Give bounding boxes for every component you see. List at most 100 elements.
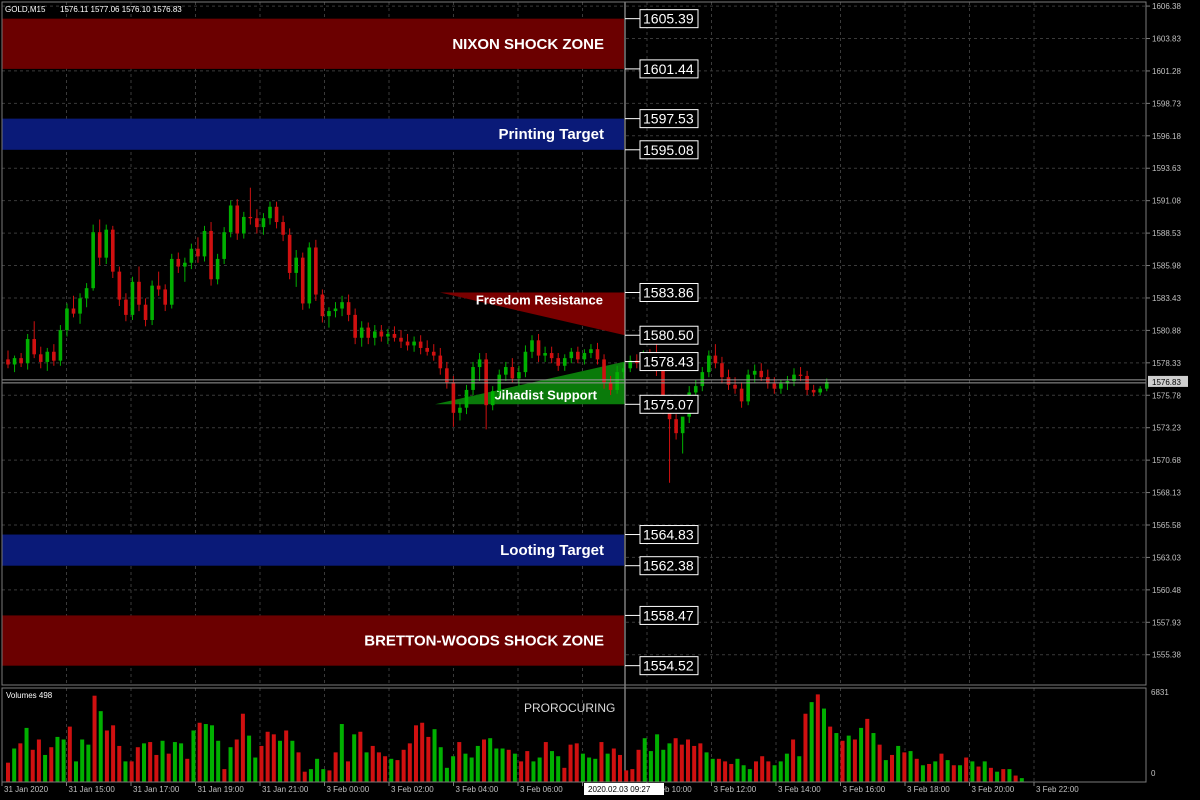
volume-bar-73 [457,742,462,782]
candle-body-27 [183,262,187,267]
candle-19[interactable] [130,276,135,320]
candle-body-117 [772,383,777,389]
time-axis-label-8: 3 Feb 06:00 [520,785,563,794]
volume-bar-7 [49,747,54,782]
candle-body-52 [346,302,351,315]
candle-body-14 [97,232,102,258]
volume-annotation: PROROCURING [524,701,615,715]
price-axis-label-20: 1555.38 [1152,651,1181,660]
volume-bar-86 [537,757,542,782]
volume-bar-65 [407,743,412,782]
volume-bar-124 [772,765,777,782]
candle-45[interactable] [300,252,305,310]
volume-bar-66 [414,725,418,782]
volume-bar-31 [197,722,202,782]
volume-bar-129 [803,713,808,782]
candle-13[interactable] [91,224,95,291]
volume-bar-110 [686,739,690,782]
volume-bar-60 [376,752,381,782]
volume-bar-77 [482,739,486,782]
candle-body-39 [261,218,266,228]
volume-bar-93 [580,753,585,782]
candle-47[interactable] [314,239,318,301]
volume-bar-115 [716,758,721,782]
candle-46[interactable] [307,242,312,309]
volume-bar-152 [945,760,950,782]
candle-body-15 [104,229,109,258]
time-axis-label-11: 3 Feb 12:00 [714,785,757,794]
candle-body-124 [818,388,822,393]
candle-body-74 [490,391,495,406]
candle-113[interactable] [746,369,750,406]
candle-body-28 [189,248,194,263]
volume-bar-26 [166,753,171,782]
volume-bar-33 [210,725,214,782]
candle-8[interactable] [58,325,63,366]
volume-bar-97 [605,753,610,782]
crosshair-time-label: 2020.02.03 09:27 [588,785,651,794]
price-axis-label-5: 1593.63 [1152,164,1181,173]
time-axis-label-15: 3 Feb 20:00 [972,785,1015,794]
candle-body-123 [811,389,816,393]
volume-bar-62 [389,758,394,782]
candle-30[interactable] [202,225,207,262]
volume-bar-5 [36,739,41,782]
candle-body-23 [156,285,161,290]
candle-31[interactable] [209,222,213,286]
price-axis-label-15: 1568.13 [1152,489,1181,498]
price-axis-label-13: 1573.23 [1152,424,1181,433]
volume-bar-79 [494,748,499,782]
candle-body-79 [523,351,528,373]
volume-bar-78 [488,738,493,782]
volume-bar-85 [531,761,536,782]
volume-bar-160 [995,771,1000,782]
volume-bar-153 [951,765,956,782]
candle-body-22 [150,285,154,320]
volume-bar-154 [958,765,962,782]
volume-bar-127 [791,739,796,782]
candle-33[interactable] [222,227,226,265]
volume-bar-103 [642,738,647,782]
volume-bar-159 [988,767,993,782]
volume-bar-105 [655,734,660,782]
candle-22[interactable] [150,280,154,326]
price-chart[interactable]: NIXON SHOCK ZONE Printing Target Looting T… [0,0,1200,800]
candle-body-82 [543,353,547,356]
level-label-2: 1597.53 [643,111,694,127]
candle-43[interactable] [287,228,292,280]
candle-body-68 [451,382,456,413]
volume-bar-146 [908,751,913,782]
volume-bar-114 [710,758,715,782]
volume-bar-128 [797,756,802,782]
zone-label-0: NIXON SHOCK ZONE [452,36,604,53]
volume-bar-82 [512,753,517,782]
candle-34[interactable] [228,200,233,238]
volume-bar-157 [976,766,981,782]
candle-body-109 [720,363,724,378]
candle-body-49 [327,311,331,317]
volume-bar-2 [18,743,23,782]
level-label-7: 1575.07 [643,396,694,412]
volume-bar-96 [599,742,604,782]
candle-body-21 [143,304,148,320]
volume-bar-113 [704,752,709,782]
candle-16[interactable] [111,225,115,278]
candle-body-37 [248,216,253,219]
volume-bar-162 [1007,769,1012,782]
volume-bar-23 [148,742,153,782]
candle-25[interactable] [169,253,174,309]
volume-bar-20 [129,761,134,782]
volume-max-label: 6831 [1151,688,1169,697]
volume-indicator-label: Volumes 498 [6,691,53,700]
volume-bar-107 [667,743,672,782]
candle-body-62 [412,341,416,346]
level-label-5: 1580.50 [643,327,694,343]
volume-bar-130 [809,702,814,782]
candle-body-108 [713,355,718,364]
candle-body-53 [353,314,357,338]
level-label-3: 1595.08 [643,142,694,158]
price-axis-label-12: 1575.78 [1152,391,1181,400]
candle-body-11 [78,298,82,314]
volume-bar-142 [883,760,888,782]
candle-body-88 [582,353,587,360]
